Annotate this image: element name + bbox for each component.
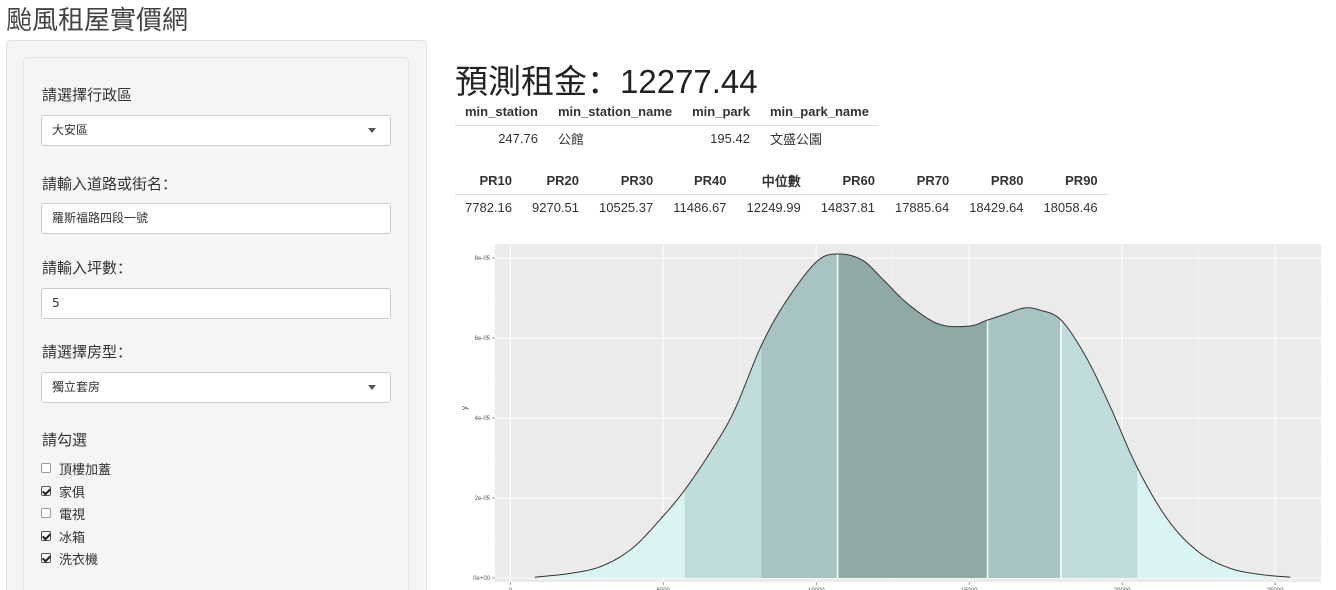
- option-fridge[interactable]: 冰箱: [41, 527, 86, 546]
- ping-label: 請輸入坪數：: [42, 259, 133, 277]
- check-group-label: 請勾選: [42, 431, 88, 449]
- option-label: 洗衣機: [59, 552, 99, 568]
- checkbox[interactable]: [41, 553, 51, 563]
- y-tick-label: 8e-05: [475, 256, 491, 262]
- table-cell: 9270.51: [532, 199, 579, 215]
- option-label: 冰箱: [59, 530, 86, 546]
- table-row: 7782.16 9270.51 10525.37 11486.67 12249.…: [455, 194, 1108, 220]
- table-cell: 247.76: [498, 130, 538, 146]
- table-header: PR70: [884, 167, 960, 195]
- prediction-label: 預測租金：: [455, 62, 620, 101]
- room-type-select-value: 獨立套房: [52, 380, 101, 394]
- table-cell: 18429.64: [969, 199, 1024, 215]
- prediction-heading: 預測租金：12277.44: [455, 55, 758, 103]
- option-label: 家俱: [59, 485, 86, 501]
- table-header: min_station_name: [547, 98, 683, 126]
- table-header: PR80: [959, 167, 1034, 195]
- district-select-value: 大安區: [52, 123, 89, 137]
- table-cell: 文盛公園: [769, 131, 822, 147]
- density-band: [987, 307, 1061, 578]
- table-header: min_park_name: [759, 98, 879, 126]
- table-header-row: min_station min_station_name min_park mi…: [455, 98, 879, 126]
- table-header: PR90: [1033, 167, 1108, 195]
- chevron-down-icon: [368, 385, 376, 390]
- table-cell: 11486.67: [673, 199, 727, 215]
- table-header: PR40: [663, 167, 737, 195]
- table-header: PR20: [522, 167, 589, 195]
- table-header-row: PR10 PR20 PR30 PR40 中位數 PR60 PR70 PR80 P…: [455, 167, 1108, 195]
- option-washer[interactable]: 洗衣機: [41, 549, 99, 568]
- option-tv[interactable]: 電視: [41, 504, 86, 523]
- table-header: PR30: [589, 167, 664, 195]
- y-tick-label: 0e+00: [473, 576, 491, 582]
- percentile-table: PR10 PR20 PR30 PR40 中位數 PR60 PR70 PR80 P…: [455, 167, 1108, 220]
- room-type-select[interactable]: 獨立套房: [41, 372, 391, 403]
- table-cell: 10525.37: [599, 199, 654, 215]
- road-input-value: 羅斯福路四段一號: [52, 211, 149, 225]
- table-header: min_park: [682, 98, 760, 126]
- ping-input-value: 5: [52, 296, 60, 310]
- district-label: 請選擇行政區: [42, 86, 133, 104]
- road-input[interactable]: 羅斯福路四段一號: [41, 203, 391, 234]
- table-cell: 17885.64: [894, 199, 950, 215]
- road-label: 請輸入道路或街名：: [42, 175, 178, 193]
- nearby-table: min_station min_station_name min_park mi…: [455, 98, 879, 151]
- option-furniture[interactable]: 家俱: [41, 482, 86, 501]
- table-header: PR10: [455, 167, 522, 195]
- prediction-value: 12277.44: [620, 63, 758, 100]
- table-cell: 12249.99: [746, 199, 801, 215]
- table-cell: 公館: [557, 131, 584, 147]
- checkbox[interactable]: [41, 463, 51, 473]
- option-label: 頂樓加蓋: [59, 462, 112, 478]
- table-cell: 18058.46: [1043, 199, 1098, 215]
- app-title: 颱風租屋實價網: [6, 6, 189, 36]
- table-cell: 14837.81: [820, 199, 875, 215]
- y-tick-label: 6e-05: [475, 336, 491, 342]
- y-axis-ticks: 0e+00 2e-05 4e-05 6e-05 8e-05: [473, 256, 495, 582]
- option-rooftop[interactable]: 頂樓加蓋: [41, 459, 112, 478]
- checkbox[interactable]: [41, 486, 51, 496]
- table-row: 247.76 公館 195.42 文盛公園: [455, 125, 879, 151]
- density-chart: 0500010000150002000025000 0e+00 2e-05 4e-0…: [460, 244, 1321, 590]
- checkbox[interactable]: [41, 508, 51, 518]
- checkbox[interactable]: [41, 531, 51, 541]
- x-axis-ticks: 0500010000150002000025000: [509, 582, 1284, 590]
- y-axis-title: y: [460, 406, 469, 410]
- table-cell: 195.42: [710, 130, 750, 146]
- y-tick-label: 2e-05: [475, 496, 491, 502]
- y-tick-label: 4e-05: [475, 416, 491, 422]
- room-type-label: 請選擇房型：: [42, 343, 133, 361]
- table-header: 中位數: [736, 167, 811, 195]
- ping-input[interactable]: 5: [41, 288, 391, 319]
- table-header: PR60: [810, 167, 885, 195]
- table-cell: 7782.16: [465, 199, 512, 215]
- district-select[interactable]: 大安區: [41, 115, 391, 146]
- option-label: 電視: [59, 507, 86, 523]
- chevron-down-icon: [368, 128, 376, 133]
- table-header: min_station: [455, 98, 548, 126]
